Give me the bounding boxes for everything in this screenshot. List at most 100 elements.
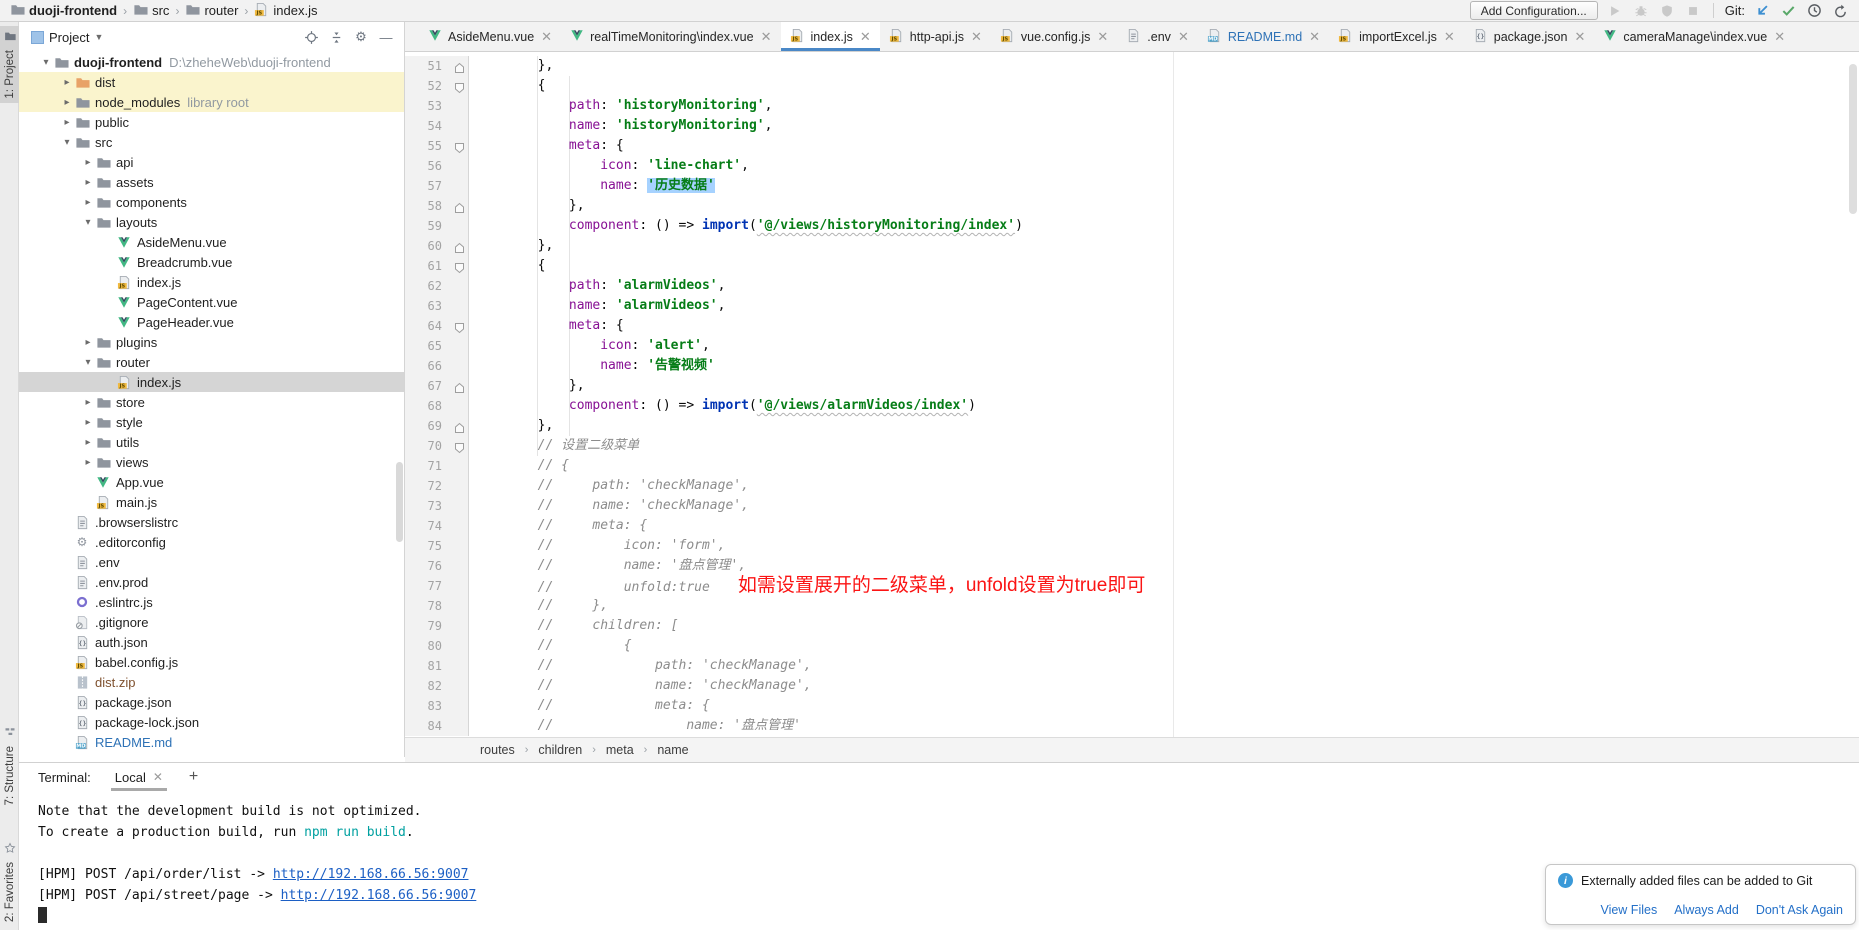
fold-marker-icon[interactable] <box>454 420 465 432</box>
code-line[interactable]: 59 component: () => import('@/views/hist… <box>405 216 1859 236</box>
tree-item[interactable]: {}package-lock.json <box>19 712 404 732</box>
tree-item[interactable]: JSbabel.config.js <box>19 652 404 672</box>
chevron-right-icon[interactable]: ▸ <box>81 157 95 168</box>
chevron-down-icon[interactable]: ▾ <box>60 137 74 148</box>
code-line[interactable]: 71 // { <box>405 456 1859 476</box>
add-configuration-button[interactable]: Add Configuration... <box>1470 1 1598 20</box>
editor-scrollbar[interactable] <box>1849 64 1857 214</box>
editor-tab[interactable]: realTimeMonitoring\index.vue✕ <box>561 22 780 51</box>
code-line[interactable]: 63 name: 'alarmVideos', <box>405 296 1859 316</box>
code-line[interactable]: 75 // icon: 'form', <box>405 536 1859 556</box>
breadcrumb-item[interactable]: src <box>133 2 169 20</box>
tab-close-icon[interactable]: ✕ <box>761 29 772 45</box>
code-line[interactable]: 53 path: 'historyMonitoring', <box>405 96 1859 116</box>
tree-item[interactable]: {}package.json <box>19 692 404 712</box>
tab-close-icon[interactable]: ✕ <box>1309 29 1320 45</box>
editor-tab[interactable]: MDREADME.md✕ <box>1198 22 1329 51</box>
tab-close-icon[interactable]: ✕ <box>860 29 871 45</box>
stripe-project-button[interactable]: 1: Project <box>0 26 19 103</box>
chevron-right-icon[interactable]: ▸ <box>60 97 74 108</box>
code-line[interactable]: 72 // path: 'checkManage', <box>405 476 1859 496</box>
code-line[interactable]: 57 name: '历史数据' <box>405 176 1859 196</box>
run-icon[interactable] <box>1607 2 1624 19</box>
breadcrumb-item[interactable]: router <box>185 2 238 20</box>
tree-item[interactable]: ▸api <box>19 152 404 172</box>
code-line[interactable]: 73 // name: 'checkManage', <box>405 496 1859 516</box>
tree-item[interactable]: ▸node_moduleslibrary root <box>19 92 404 112</box>
editor-tab[interactable]: JSindex.js✕ <box>781 22 880 51</box>
chevron-right-icon[interactable]: ▸ <box>81 437 95 448</box>
tree-item[interactable]: ▸store <box>19 392 404 412</box>
tab-close-icon[interactable]: ✕ <box>1444 29 1455 45</box>
tree-item[interactable]: .eslintrc.js <box>19 592 404 612</box>
gear-icon[interactable]: ⚙ <box>351 28 371 46</box>
code-line[interactable]: 66 name: '告警视频' <box>405 356 1859 376</box>
tree-item[interactable]: .env.prod <box>19 572 404 592</box>
tree-item[interactable]: ▸components <box>19 192 404 212</box>
project-panel-title[interactable]: Project <box>49 30 89 45</box>
tab-close-icon[interactable]: ✕ <box>1178 29 1189 45</box>
debug-icon[interactable] <box>1633 2 1650 19</box>
tab-close-icon[interactable]: ✕ <box>1097 29 1108 45</box>
code-line[interactable]: 82 // name: 'checkManage', <box>405 676 1859 696</box>
git-update-icon[interactable] <box>1754 2 1771 19</box>
tree-item[interactable]: Breadcrumb.vue <box>19 252 404 272</box>
fold-marker-icon[interactable] <box>454 440 465 452</box>
code-line[interactable]: 61 { <box>405 256 1859 276</box>
chevron-down-icon[interactable]: ▾ <box>81 217 95 228</box>
code-breadcrumb-item[interactable]: meta <box>606 743 634 757</box>
tree-item[interactable]: .gitignore <box>19 612 404 632</box>
code-line[interactable]: 79 // children: [ <box>405 616 1859 636</box>
tree-item[interactable]: PageHeader.vue <box>19 312 404 332</box>
terminal-link[interactable]: http://192.168.66.56:9007 <box>281 888 477 903</box>
stop-icon[interactable] <box>1685 2 1702 19</box>
code-line[interactable]: 76 // name: '盘点管理', <box>405 556 1859 576</box>
tree-item[interactable]: .env <box>19 552 404 572</box>
chevron-down-icon[interactable]: ▾ <box>39 57 53 68</box>
code-line[interactable]: 52 { <box>405 76 1859 96</box>
code-line[interactable]: 58 }, <box>405 196 1859 216</box>
code-line[interactable]: 74 // meta: { <box>405 516 1859 536</box>
code-breadcrumb-item[interactable]: children <box>538 743 582 757</box>
tab-close-icon[interactable]: ✕ <box>541 29 552 45</box>
fold-marker-icon[interactable] <box>454 60 465 72</box>
tree-item[interactable]: ▸views <box>19 452 404 472</box>
stripe-favorites-button[interactable]: 2: Favorites <box>0 838 19 926</box>
editor-tab[interactable]: JSvue.config.js✕ <box>991 22 1117 51</box>
code-line[interactable]: 81 // path: 'checkManage', <box>405 656 1859 676</box>
chevron-right-icon[interactable]: ▸ <box>81 197 95 208</box>
tree-item[interactable]: {}auth.json <box>19 632 404 652</box>
tree-item[interactable]: ▸utils <box>19 432 404 452</box>
tree-item[interactable]: MDREADME.md <box>19 732 404 752</box>
breadcrumb-item[interactable]: JSindex.js <box>254 2 317 20</box>
chevron-right-icon[interactable]: ▸ <box>60 117 74 128</box>
fold-marker-icon[interactable] <box>454 200 465 212</box>
code-line[interactable]: 67 }, <box>405 376 1859 396</box>
tree-item[interactable]: ▾layouts <box>19 212 404 232</box>
fold-marker-icon[interactable] <box>454 320 465 332</box>
tree-item[interactable]: AsideMenu.vue <box>19 232 404 252</box>
tree-item[interactable]: App.vue <box>19 472 404 492</box>
code-breadcrumb-item[interactable]: routes <box>480 743 515 757</box>
terminal-tab-local[interactable]: Local ✕ <box>111 763 167 791</box>
editor-tab[interactable]: .env✕ <box>1117 22 1198 51</box>
tree-item[interactable]: JSindex.js <box>19 372 404 392</box>
code-line[interactable]: 64 meta: { <box>405 316 1859 336</box>
fold-marker-icon[interactable] <box>454 260 465 272</box>
history-icon[interactable] <box>1806 2 1823 19</box>
editor-tab[interactable]: JSimportExcel.js✕ <box>1329 22 1464 51</box>
tree-item[interactable]: ▾duoji-frontendD:\zheheWeb\duoji-fronten… <box>19 52 404 72</box>
code-line[interactable]: 55 meta: { <box>405 136 1859 156</box>
tab-close-icon[interactable]: ✕ <box>1774 29 1785 45</box>
project-tree-scrollbar[interactable] <box>396 462 403 542</box>
tree-item[interactable]: PageContent.vue <box>19 292 404 312</box>
fold-marker-icon[interactable] <box>454 240 465 252</box>
code-line[interactable]: 69 }, <box>405 416 1859 436</box>
notification-action-link[interactable]: Always Add <box>1674 903 1739 917</box>
tree-item[interactable]: ▾router <box>19 352 404 372</box>
tab-close-icon[interactable]: ✕ <box>1574 29 1585 45</box>
code-line[interactable]: 70 // 设置二级菜单 <box>405 436 1859 456</box>
tree-item[interactable]: ▸assets <box>19 172 404 192</box>
notification-action-link[interactable]: Don't Ask Again <box>1756 903 1843 917</box>
tree-item[interactable]: dist.zip <box>19 672 404 692</box>
